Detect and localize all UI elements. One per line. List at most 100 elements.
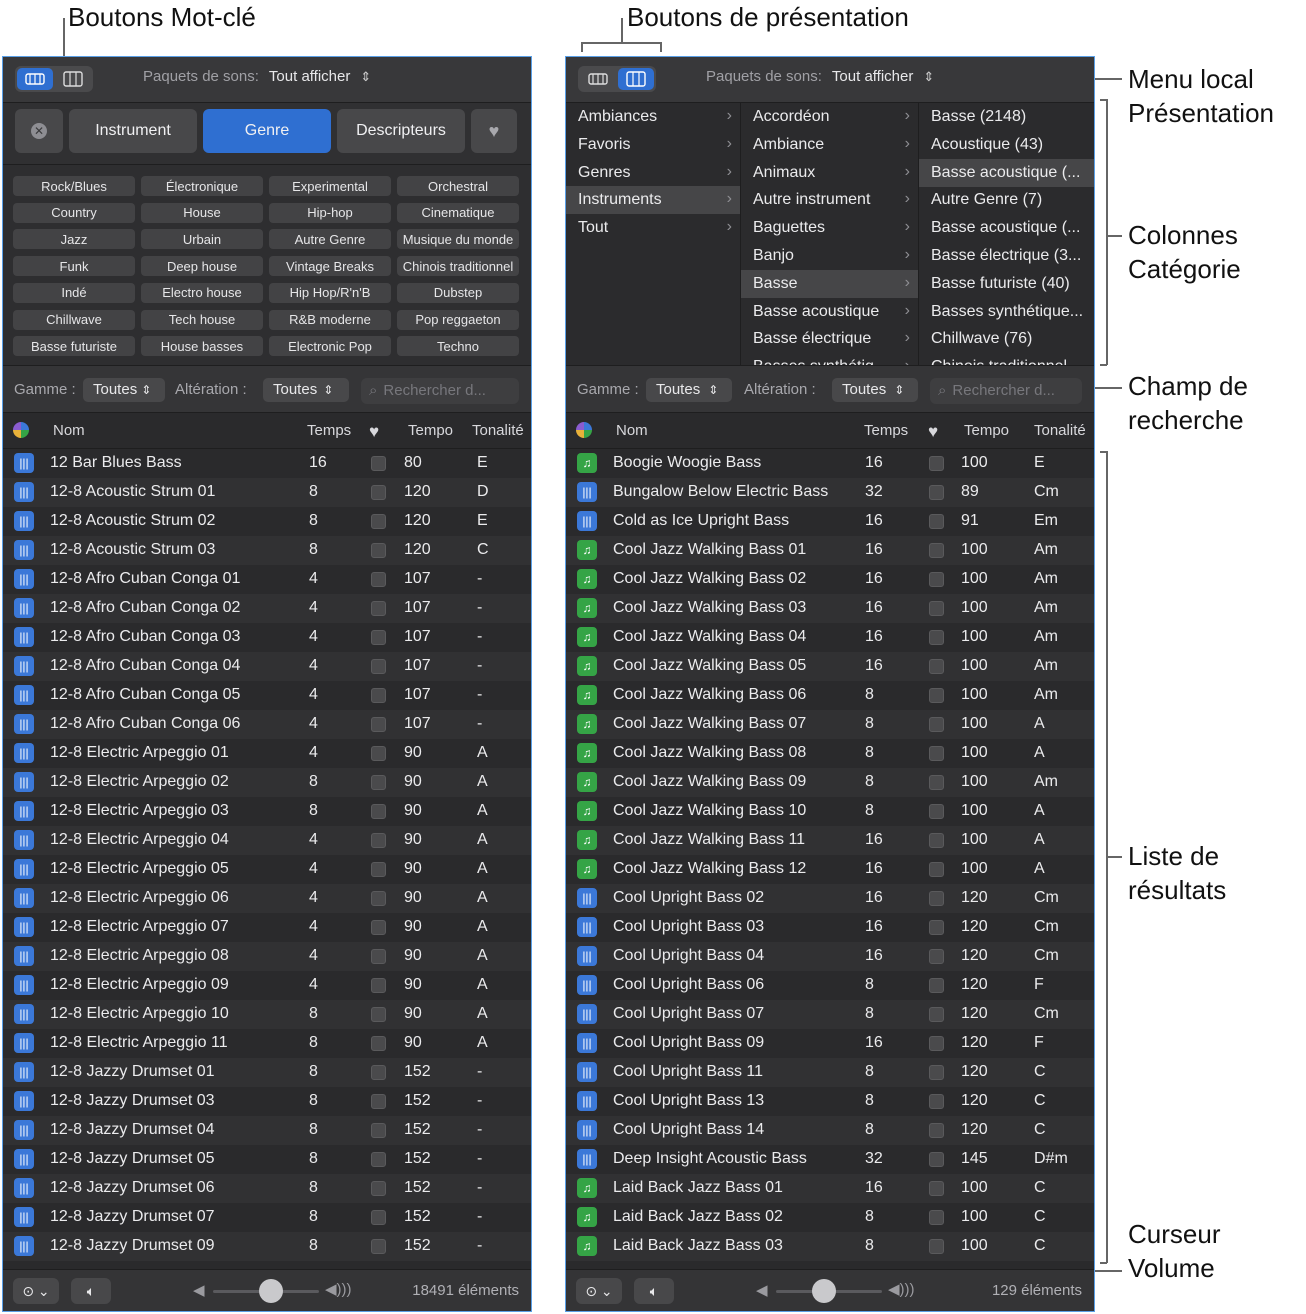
favorite-checkbox[interactable] (371, 833, 386, 848)
table-row[interactable]: ||| Cool Upright Bass 11 8 120 C (566, 1058, 1094, 1087)
table-row[interactable]: ||| 12-8 Electric Arpeggio 02 8 90 A (3, 768, 531, 797)
keyword-button[interactable]: Orchestral (397, 176, 519, 196)
category-item[interactable]: Basse futuriste (40) (919, 270, 1094, 298)
favorite-checkbox[interactable] (929, 1181, 944, 1196)
favorite-checkbox[interactable] (929, 717, 944, 732)
tab-descripteurs[interactable]: Descripteurs (337, 109, 465, 153)
keyword-button[interactable]: Autre Genre (269, 229, 391, 250)
category-item[interactable]: Basse électrique › (741, 325, 918, 353)
preview-speaker-button[interactable]: 🔈︎ (634, 1278, 674, 1304)
category-item[interactable]: Chinois traditionnel (919, 353, 1094, 365)
keyword-button[interactable]: Chillwave (13, 309, 135, 330)
favorite-checkbox[interactable] (371, 630, 386, 645)
category-item[interactable]: Baguettes › (741, 214, 918, 242)
favorite-checkbox[interactable] (929, 862, 944, 877)
favorite-checkbox[interactable] (371, 862, 386, 877)
table-row[interactable]: ♫ Cool Jazz Walking Bass 02 16 100 Am (566, 565, 1094, 594)
favorite-checkbox[interactable] (929, 659, 944, 674)
favorite-checkbox[interactable] (371, 1065, 386, 1080)
favorite-checkbox[interactable] (371, 1239, 386, 1254)
table-row[interactable]: ♫ Boogie Woogie Bass 16 100 E (566, 449, 1094, 478)
keyword-button[interactable]: Tech house (141, 309, 263, 330)
favorite-checkbox[interactable] (929, 978, 944, 993)
favorite-checkbox[interactable] (371, 1036, 386, 1051)
favorites-tab-button[interactable]: ♥ (471, 109, 517, 153)
keyword-button[interactable]: Électronique (141, 176, 263, 196)
table-row[interactable]: ||| Deep Insight Acoustic Bass 32 145 D#m (566, 1145, 1094, 1174)
keyword-button[interactable]: Hip Hop/R'n'B (269, 282, 391, 303)
table-row[interactable]: ♫ Cool Jazz Walking Bass 11 16 100 A (566, 826, 1094, 855)
favorite-checkbox[interactable] (371, 485, 386, 500)
table-row[interactable]: ♫ Laid Back Jazz Bass 03 8 100 C (566, 1232, 1094, 1261)
favorite-checkbox[interactable] (929, 920, 944, 935)
table-row[interactable]: ♫ Cool Jazz Walking Bass 10 8 100 A (566, 797, 1094, 826)
table-row[interactable]: ♫ Cool Jazz Walking Bass 09 8 100 Am (566, 768, 1094, 797)
table-row[interactable]: ||| Cool Upright Bass 04 16 120 Cm (566, 942, 1094, 971)
column-header-name[interactable]: Nom (53, 422, 85, 439)
keyword-button[interactable]: Musique du monde (397, 229, 519, 250)
keyword-button[interactable]: R&B moderne (269, 309, 391, 330)
category-item[interactable]: Basses synthétiq... › (741, 353, 918, 365)
signature-select[interactable]: Toutes ⇕ (263, 378, 349, 402)
category-item[interactable]: Basse acoustique (... (919, 158, 1094, 187)
favorite-checkbox[interactable] (929, 1094, 944, 1109)
keyword-button[interactable]: House basses (141, 336, 263, 357)
table-row[interactable]: ||| 12-8 Jazzy Drumset 04 8 152 - (3, 1116, 531, 1145)
keyword-button[interactable]: Urbain (141, 229, 263, 250)
category-item[interactable]: Banjo › (741, 242, 918, 270)
sound-packs-menu[interactable]: Paquets de sons: Tout afficher ⇕ (706, 68, 934, 85)
favorite-checkbox[interactable] (929, 775, 944, 790)
keyword-button[interactable]: Jazz (13, 229, 135, 250)
table-row[interactable]: ||| 12-8 Jazzy Drumset 07 8 152 - (3, 1203, 531, 1232)
signature-select[interactable]: Toutes ⇕ (832, 378, 918, 402)
category-item[interactable]: Acoustique (43) (919, 131, 1094, 159)
favorite-checkbox[interactable] (929, 1065, 944, 1080)
search-input[interactable]: ⌕ Rechercher d... (361, 378, 519, 404)
table-row[interactable]: ♫ Cool Jazz Walking Bass 08 8 100 A (566, 739, 1094, 768)
category-item[interactable]: Autre Genre (7) (919, 186, 1094, 214)
table-row[interactable]: ♫ Cool Jazz Walking Bass 01 16 100 Am (566, 536, 1094, 565)
keyword-button[interactable]: Pop reggaeton (397, 309, 519, 330)
table-row[interactable]: ||| 12-8 Electric Arpeggio 10 8 90 A (3, 1000, 531, 1029)
favorite-checkbox[interactable] (929, 891, 944, 906)
table-row[interactable]: ||| 12-8 Acoustic Strum 02 8 120 E (3, 507, 531, 536)
favorite-checkbox[interactable] (929, 746, 944, 761)
category-item[interactable]: Basse › (741, 269, 918, 298)
table-row[interactable]: ♫ Laid Back Jazz Bass 01 16 100 C (566, 1174, 1094, 1203)
column-header-beats[interactable]: Temps (864, 422, 908, 439)
column-header-favorite[interactable]: ♥ (928, 422, 938, 442)
sound-packs-menu[interactable]: Paquets de sons: Tout afficher ⇕ (143, 68, 371, 85)
table-row[interactable]: ||| 12-8 Jazzy Drumset 01 8 152 - (3, 1058, 531, 1087)
more-options-button[interactable]: ⊙ ⌄ (576, 1278, 622, 1304)
favorite-checkbox[interactable] (929, 833, 944, 848)
loop-type-filter-icon[interactable] (13, 422, 29, 438)
table-row[interactable]: ||| 12-8 Jazzy Drumset 09 8 152 - (3, 1232, 531, 1261)
favorite-checkbox[interactable] (371, 717, 386, 732)
table-row[interactable]: ||| 12-8 Jazzy Drumset 06 8 152 - (3, 1174, 531, 1203)
keyword-button[interactable]: Electro house (141, 282, 263, 303)
table-row[interactable]: ♫ Cool Jazz Walking Bass 03 16 100 Am (566, 594, 1094, 623)
table-row[interactable]: ||| Cool Upright Bass 02 16 120 Cm (566, 884, 1094, 913)
favorite-checkbox[interactable] (929, 1007, 944, 1022)
table-row[interactable]: ||| 12-8 Electric Arpeggio 08 4 90 A (3, 942, 531, 971)
table-row[interactable]: ||| Cold as Ice Upright Bass 16 91 Em (566, 507, 1094, 536)
table-row[interactable]: ||| 12 Bar Blues Bass 16 80 E (3, 449, 531, 478)
category-item[interactable]: Animaux › (741, 159, 918, 187)
more-options-button[interactable]: ⊙ ⌄ (13, 1278, 59, 1304)
favorite-checkbox[interactable] (371, 775, 386, 790)
table-row[interactable]: ||| 12-8 Electric Arpeggio 05 4 90 A (3, 855, 531, 884)
favorite-checkbox[interactable] (371, 1123, 386, 1138)
table-row[interactable]: ||| 12-8 Afro Cuban Conga 02 4 107 - (3, 594, 531, 623)
keyword-button[interactable]: Deep house (141, 256, 263, 277)
category-item[interactable]: Instruments › (566, 186, 740, 215)
search-input[interactable]: ⌕ Rechercher d... (930, 378, 1082, 404)
button-view-button[interactable] (17, 68, 53, 90)
reset-keywords-button[interactable]: ✕ (15, 109, 63, 153)
keyword-button[interactable]: Chinois traditionnel (397, 256, 519, 277)
column-view-button[interactable] (55, 68, 91, 90)
category-item[interactable]: Chillwave (76) (919, 325, 1094, 353)
table-row[interactable]: ||| 12-8 Afro Cuban Conga 03 4 107 - (3, 623, 531, 652)
keyword-button[interactable]: House (141, 202, 263, 223)
keyword-button[interactable]: Funk (13, 256, 135, 277)
column-header-key[interactable]: Tonalité (472, 422, 524, 439)
